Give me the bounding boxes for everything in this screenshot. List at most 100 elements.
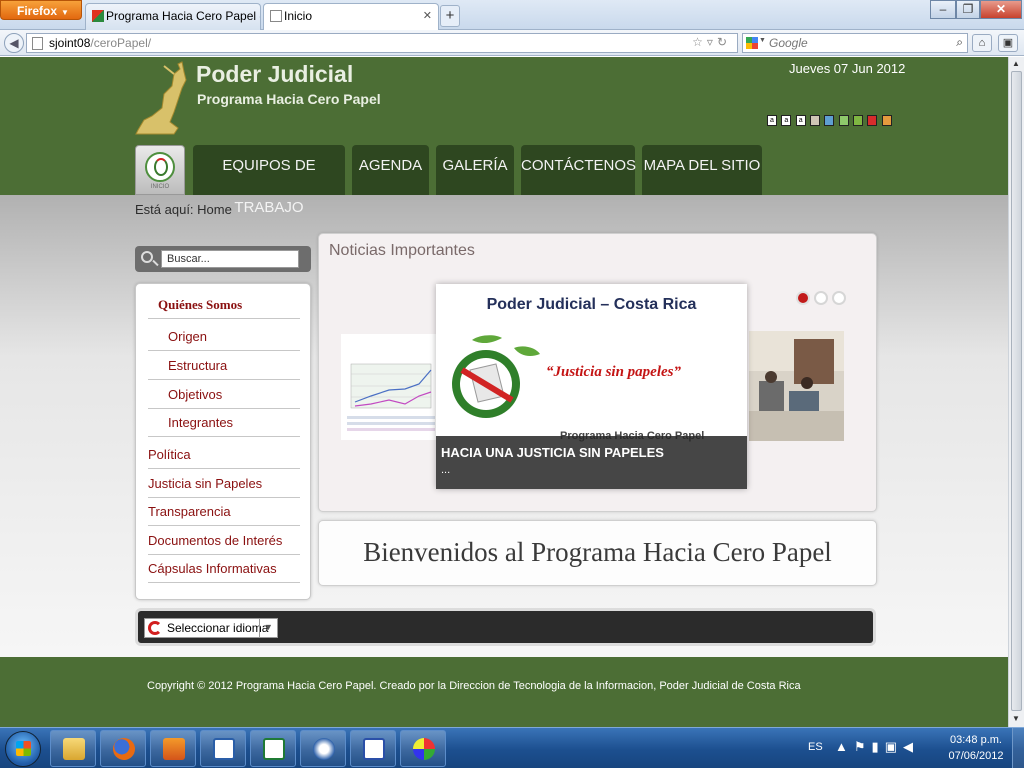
search-bar[interactable]: ▼ Google ⌕ bbox=[742, 33, 968, 53]
engine-dropdown-icon[interactable]: ▼ bbox=[759, 37, 766, 44]
tab-programa-cero-papel[interactable]: Programa Hacia Cero Papel -... bbox=[85, 3, 261, 30]
search-engine-placeholder: Google bbox=[769, 36, 808, 50]
sidebar-item-integrantes[interactable]: Integrantes bbox=[148, 408, 300, 437]
slide-caption-more[interactable]: ... bbox=[441, 464, 747, 476]
sidebar-item-transparencia[interactable]: Transparencia bbox=[148, 497, 300, 526]
nav-home-button[interactable]: INICIO bbox=[135, 145, 185, 195]
page-viewport: Poder Judicial Programa Hacia Cero Papel… bbox=[0, 57, 1008, 727]
sidebar-item-quienes-somos[interactable]: Quiénes Somos bbox=[148, 290, 300, 319]
firefox-menu-button[interactable]: Firefox ▼ bbox=[0, 0, 82, 20]
reload-icon[interactable]: ↻ bbox=[717, 35, 731, 49]
office-photo-thumbnail[interactable] bbox=[749, 331, 844, 441]
font-decrease-icon[interactable]: a bbox=[795, 115, 806, 126]
home-button[interactable]: ⌂ bbox=[972, 34, 992, 52]
back-button[interactable]: ◀ bbox=[4, 33, 24, 53]
theme-swatch-red[interactable] bbox=[867, 115, 878, 126]
welcome-text: Bienvenidos al Programa Hacia Cero Papel bbox=[363, 537, 832, 567]
close-window-button[interactable]: ✕ bbox=[980, 0, 1022, 19]
search-icon[interactable] bbox=[141, 251, 153, 263]
google-icon bbox=[746, 37, 758, 49]
taskbar-excel-button[interactable] bbox=[250, 730, 296, 767]
bookmarks-menu-button[interactable]: ▣ bbox=[998, 34, 1018, 52]
theme-swatch-orange[interactable] bbox=[881, 115, 892, 126]
minimize-button[interactable]: – bbox=[930, 0, 956, 19]
url-bar-actions[interactable]: ☆▿↻ bbox=[692, 35, 731, 49]
search-icon[interactable]: ⌕ bbox=[956, 35, 963, 50]
site-title: Poder Judicial bbox=[196, 61, 354, 87]
language-select-label: Seleccionar idioma bbox=[167, 621, 269, 635]
language-select[interactable]: Seleccionar idioma ▼ bbox=[144, 618, 278, 638]
site-header: Poder Judicial Programa Hacia Cero Papel… bbox=[0, 57, 1008, 216]
firefox-icon bbox=[113, 738, 135, 760]
news-slider-panel: Noticias Importantes Poder Judicial – Co bbox=[318, 233, 877, 512]
clock-date: 07/06/2012 bbox=[948, 750, 1004, 762]
nav-agenda[interactable]: AGENDA bbox=[352, 145, 429, 195]
input-language-indicator[interactable]: ES bbox=[808, 741, 823, 753]
media-player-icon bbox=[163, 738, 185, 760]
nav-equipos-de-trabajo[interactable]: EQUIPOS DE TRABAJO bbox=[193, 145, 345, 216]
theme-swatch-green[interactable] bbox=[853, 115, 864, 126]
theme-swatch-lightgreen[interactable] bbox=[838, 115, 849, 126]
page-favicon-icon bbox=[270, 10, 282, 22]
google-translate-icon bbox=[148, 621, 162, 635]
start-button[interactable] bbox=[5, 731, 41, 767]
nav-mapa-del-sitio[interactable]: MAPA DEL SITIO bbox=[642, 145, 762, 195]
scroll-down-icon[interactable]: ▼ bbox=[1012, 714, 1020, 723]
site-search-box bbox=[135, 246, 311, 272]
font-increase-icon[interactable]: a bbox=[767, 115, 777, 126]
sidebar-item-capsulas-informativas[interactable]: Cápsulas Informativas bbox=[148, 554, 300, 583]
sidebar-item-estructura[interactable]: Estructura bbox=[148, 351, 300, 380]
taskbar-word-button[interactable] bbox=[350, 730, 396, 767]
justice-statue-logo-icon[interactable] bbox=[134, 60, 192, 136]
volume-muted-icon[interactable]: ◀ bbox=[903, 739, 919, 754]
site-footer: Copyright © 2012 Programa Hacia Cero Pap… bbox=[0, 657, 1008, 727]
publisher-icon bbox=[213, 738, 235, 760]
slider-dot-3[interactable] bbox=[832, 291, 846, 305]
device-icon[interactable]: ▮ bbox=[872, 739, 885, 754]
maximize-button[interactable]: ❐ bbox=[956, 0, 980, 19]
taskbar-media-player-button[interactable] bbox=[150, 730, 196, 767]
bookmark-star-icon[interactable]: ☆ bbox=[692, 35, 707, 49]
slider-dot-1[interactable] bbox=[796, 291, 810, 305]
dropdown-icon[interactable]: ▿ bbox=[707, 35, 717, 49]
taskbar-firefox-button[interactable] bbox=[100, 730, 146, 767]
nav-galeria[interactable]: GALERÍA bbox=[436, 145, 514, 195]
font-reset-icon[interactable]: a bbox=[781, 115, 792, 126]
vertical-scrollbar[interactable]: ▲ ▼ bbox=[1008, 57, 1024, 727]
taskbar-paint-button[interactable] bbox=[400, 730, 446, 767]
taskbar-outlook-button[interactable] bbox=[300, 730, 346, 767]
action-center-flag-icon[interactable]: ⚑ bbox=[854, 739, 872, 754]
sidebar-item-objetivos[interactable]: Objetivos bbox=[148, 380, 300, 409]
featured-slide[interactable]: Poder Judicial – Costa Rica “Justicia si… bbox=[436, 284, 747, 489]
slider-dot-2[interactable] bbox=[814, 291, 828, 305]
taskbar-publisher-button[interactable] bbox=[200, 730, 246, 767]
chart-thumbnail-image[interactable] bbox=[341, 334, 437, 440]
sidebar-item-origen[interactable]: Origen bbox=[148, 322, 300, 351]
news-title: Noticias Importantes bbox=[329, 242, 475, 259]
network-icon[interactable]: ▣ bbox=[885, 739, 903, 754]
url-bar[interactable]: sjoint08/ceroPapel/ ☆▿↻ bbox=[26, 33, 738, 53]
close-tab-icon[interactable]: ✕ bbox=[423, 9, 432, 22]
slide-caption: HACIA UNA JUSTICIA SIN PAPELES ... bbox=[436, 436, 747, 489]
language-bar: Seleccionar idioma ▼ bbox=[135, 608, 876, 646]
breadcrumb: Está aquí: Home bbox=[135, 202, 232, 217]
sidebar-item-justicia-sin-papeles[interactable]: Justicia sin Papeles bbox=[148, 469, 300, 498]
browser-nav-bar: ◀ sjoint08/ceroPapel/ ☆▿↻ ▼ Google ⌕ ⌂ ▣ bbox=[0, 30, 1024, 56]
site-search-input[interactable] bbox=[161, 250, 299, 268]
show-desktop-button[interactable] bbox=[1012, 728, 1024, 768]
tray-expand-icon[interactable]: ▲ bbox=[835, 739, 854, 754]
taskbar-explorer-button[interactable] bbox=[50, 730, 96, 767]
theme-swatch-beige[interactable] bbox=[810, 115, 821, 126]
tab-inicio[interactable]: Inicio ✕ bbox=[263, 3, 439, 30]
nav-contactenos[interactable]: CONTÁCTENOS bbox=[521, 145, 636, 195]
sidebar-item-politica[interactable]: Política bbox=[148, 440, 300, 469]
word-icon bbox=[363, 738, 385, 760]
new-tab-button[interactable]: + bbox=[440, 5, 460, 27]
chevron-down-icon[interactable]: ▼ bbox=[259, 619, 277, 637]
slide-caption-title[interactable]: HACIA UNA JUSTICIA SIN PAPELES bbox=[441, 445, 747, 460]
system-clock[interactable]: 03:48 p.m. 07/06/2012 bbox=[946, 732, 1006, 764]
scrollbar-thumb[interactable] bbox=[1011, 71, 1022, 711]
theme-swatch-blue[interactable] bbox=[824, 115, 835, 126]
sidebar-item-documentos-de-interes[interactable]: Documentos de Interés bbox=[148, 526, 300, 555]
scroll-up-icon[interactable]: ▲ bbox=[1012, 59, 1020, 68]
